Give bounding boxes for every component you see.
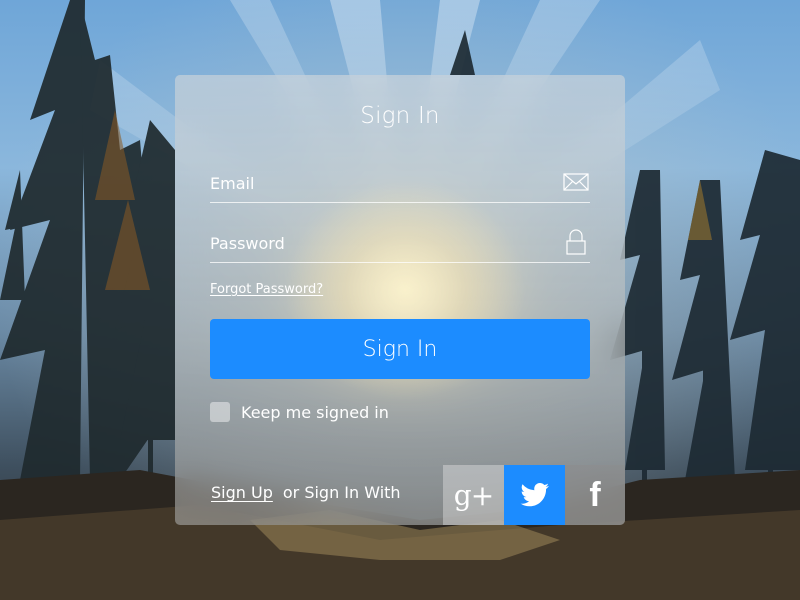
- twitter-button[interactable]: [504, 465, 565, 525]
- or-sign-in-with-label: or Sign In With: [282, 483, 401, 502]
- forgot-password-link[interactable]: Forgot Password?: [210, 282, 323, 297]
- page-title: Sign In: [360, 103, 440, 129]
- footer-signup-row: Sign Up or Sign In With: [211, 483, 401, 502]
- google-plus-icon: g+: [453, 478, 494, 512]
- twitter-bird-icon: [520, 483, 549, 507]
- sign-up-link[interactable]: Sign Up: [211, 483, 273, 502]
- facebook-button[interactable]: f: [565, 465, 625, 525]
- sign-in-button[interactable]: Sign In: [210, 319, 590, 379]
- padlock-icon: [566, 229, 586, 255]
- card-glass-tint: [175, 75, 625, 525]
- facebook-icon: f: [589, 475, 601, 514]
- password-field-group: [210, 222, 590, 263]
- keep-signed-in-label: Keep me signed in: [241, 402, 389, 422]
- keep-signed-in-checkbox[interactable]: [210, 402, 230, 422]
- sign-in-card: Sign In Forgot Password? Sign In Keep me…: [175, 75, 625, 525]
- password-input[interactable]: [210, 230, 540, 256]
- keep-signed-in-toggle[interactable]: Keep me signed in: [210, 401, 389, 423]
- email-field-group: [210, 162, 590, 203]
- google-plus-button[interactable]: g+: [443, 465, 504, 525]
- email-input[interactable]: [210, 170, 540, 196]
- envelope-icon: [563, 173, 589, 191]
